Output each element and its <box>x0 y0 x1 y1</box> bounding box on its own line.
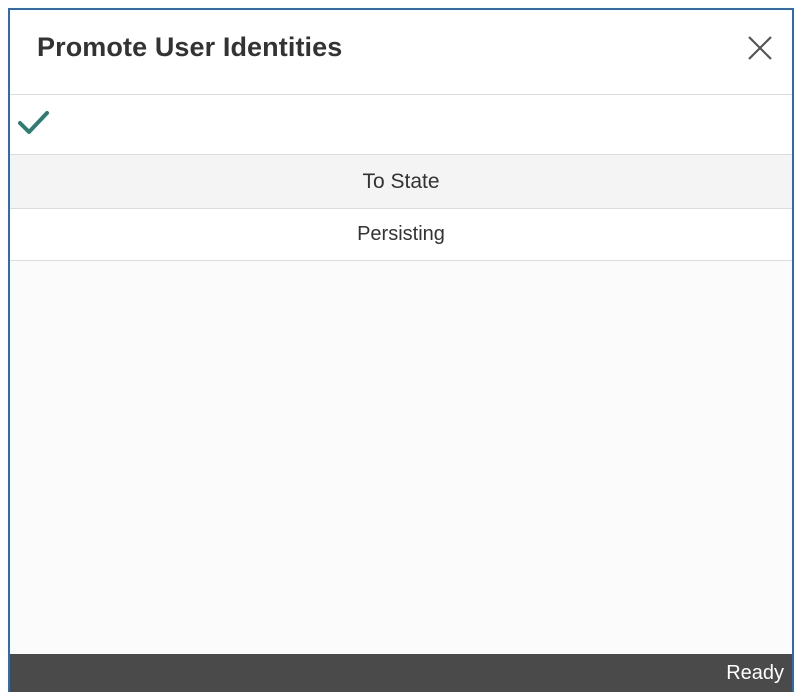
dialog-header: Promote User Identities <box>10 10 792 95</box>
promote-user-identities-dialog: Promote User Identities To State Persist… <box>8 8 794 692</box>
table-row[interactable]: Persisting <box>10 209 792 261</box>
close-button[interactable] <box>744 32 776 64</box>
state-table: To State Persisting <box>10 155 792 261</box>
column-header-label: To State <box>362 169 440 193</box>
confirm-button[interactable] <box>16 108 52 138</box>
status-text: Ready <box>726 661 784 684</box>
dialog-title: Promote User Identities <box>37 32 343 62</box>
table-cell-to-state: Persisting <box>357 223 445 245</box>
checkmark-icon <box>18 111 49 134</box>
dialog-toolbar <box>10 95 792 155</box>
status-bar: Ready <box>10 654 792 692</box>
close-icon <box>748 36 772 60</box>
column-header-to-state[interactable]: To State <box>10 155 792 209</box>
